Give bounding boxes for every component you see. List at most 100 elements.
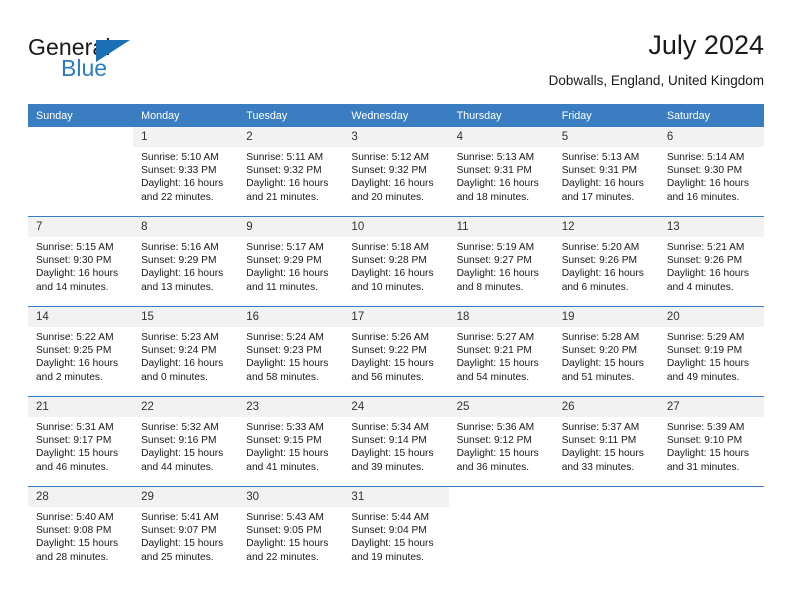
calendar-cell[interactable]: 25 Sunrise: 5:36 AM Sunset: 9:12 PM Dayligh… xyxy=(448,396,554,487)
calendar-cell[interactable]: 26 Sunrise: 5:37 AM Sunset: 9:11 PM Dayligh… xyxy=(553,396,659,487)
sunset-text: Sunset: 9:32 PM xyxy=(351,165,427,177)
day-details: Sunrise: 5:13 AM Sunset: 9:31 PM Daylight:… xyxy=(449,147,554,204)
sunrise-text: Sunrise: 5:10 AM xyxy=(141,152,219,163)
daylight-text-line1: Daylight: 15 hours xyxy=(666,448,749,460)
day-number: 5 xyxy=(553,127,659,147)
calendar-cell[interactable]: 13 Sunrise: 5:21 AM Sunset: 9:26 PM Dayligh… xyxy=(658,216,764,307)
sunrise-text: Sunrise: 5:40 AM xyxy=(36,512,114,523)
daylight-text-line1: Daylight: 16 hours xyxy=(456,178,539,190)
weekday-header-friday: Friday xyxy=(553,104,659,127)
day-number: 26 xyxy=(553,397,659,417)
calendar-week-row: 14 Sunrise: 5:22 AM Sunset: 9:25 PM Dayligh… xyxy=(28,306,764,397)
calendar-cell[interactable]: 4 Sunrise: 5:13 AM Sunset: 9:31 PM Daylight… xyxy=(448,127,554,217)
day-details: Sunrise: 5:44 AM Sunset: 9:04 PM Daylight:… xyxy=(343,507,448,564)
calendar-cell[interactable]: 30 Sunrise: 5:43 AM Sunset: 9:05 PM Dayligh… xyxy=(238,486,344,576)
sunrise-text: Sunrise: 5:31 AM xyxy=(36,422,114,433)
calendar-cell[interactable]: 15 Sunrise: 5:23 AM Sunset: 9:24 PM Dayligh… xyxy=(133,306,239,397)
daylight-text-line1: Daylight: 15 hours xyxy=(246,358,329,370)
calendar-cell[interactable]: 12 Sunrise: 5:20 AM Sunset: 9:26 PM Dayligh… xyxy=(553,216,659,307)
calendar-day-cell: 22 Sunrise: 5:32 AM Sunset: 9:16 PM Dayligh… xyxy=(133,397,239,486)
sunset-text: Sunset: 9:23 PM xyxy=(246,345,322,357)
day-number: 11 xyxy=(448,217,554,237)
page-title: July 2024 xyxy=(648,30,764,60)
calendar-cell[interactable]: 31 Sunrise: 5:44 AM Sunset: 9:04 PM Dayligh… xyxy=(343,486,449,576)
calendar-day-cell: 13 Sunrise: 5:21 AM Sunset: 9:26 PM Dayligh… xyxy=(658,217,764,306)
calendar-cell[interactable]: 27 Sunrise: 5:39 AM Sunset: 9:10 PM Dayligh… xyxy=(658,396,764,487)
daylight-text-line1: Daylight: 16 hours xyxy=(561,268,644,280)
daylight-text-line1: Daylight: 15 hours xyxy=(456,358,539,370)
calendar-cell[interactable]: 22 Sunrise: 5:32 AM Sunset: 9:16 PM Dayligh… xyxy=(133,396,239,487)
calendar-cell[interactable]: 19 Sunrise: 5:28 AM Sunset: 9:20 PM Dayligh… xyxy=(553,306,659,397)
title-block: July 2024 Dobwalls, England, United King… xyxy=(549,28,764,91)
sunset-text: Sunset: 9:26 PM xyxy=(666,255,743,267)
calendar-cell[interactable]: 17 Sunrise: 5:26 AM Sunset: 9:22 PM Dayligh… xyxy=(343,306,449,397)
daylight-text-line2: and 49 minutes. xyxy=(666,371,740,383)
calendar-cell[interactable]: 2 Sunrise: 5:11 AM Sunset: 9:32 PM Daylight… xyxy=(238,127,344,217)
calendar-day-cell: 26 Sunrise: 5:37 AM Sunset: 9:11 PM Dayligh… xyxy=(553,397,659,486)
daylight-text-line1: Daylight: 15 hours xyxy=(351,448,434,460)
calendar-day-cell: 5 Sunrise: 5:13 AM Sunset: 9:31 PM Daylight… xyxy=(553,127,659,216)
calendar-cell[interactable]: 28 Sunrise: 5:40 AM Sunset: 9:08 PM Dayligh… xyxy=(28,486,134,576)
day-number: 12 xyxy=(553,217,659,237)
calendar-cell-empty xyxy=(448,487,554,576)
day-number: 29 xyxy=(133,487,239,507)
calendar-week-row: 1 Sunrise: 5:10 AM Sunset: 9:33 PM Daylight… xyxy=(28,127,764,217)
calendar-day-cell: 9 Sunrise: 5:17 AM Sunset: 9:29 PM Daylight… xyxy=(238,217,344,306)
sunset-text: Sunset: 9:21 PM xyxy=(456,345,532,357)
sunset-text: Sunset: 9:30 PM xyxy=(666,165,743,177)
day-number: 7 xyxy=(28,217,134,237)
daylight-text-line2: and 6 minutes. xyxy=(561,281,629,293)
day-details: Sunrise: 5:14 AM Sunset: 9:30 PM Daylight:… xyxy=(659,147,764,204)
calendar-cell[interactable]: 10 Sunrise: 5:18 AM Sunset: 9:28 PM Dayligh… xyxy=(343,216,449,307)
daylight-text-line2: and 56 minutes. xyxy=(351,371,424,383)
calendar-cell[interactable]: 7 Sunrise: 5:15 AM Sunset: 9:30 PM Daylight… xyxy=(28,216,134,307)
day-details: Sunrise: 5:28 AM Sunset: 9:20 PM Daylight:… xyxy=(554,327,659,384)
day-number: 13 xyxy=(658,217,764,237)
calendar-cell-empty xyxy=(553,487,659,576)
calendar-cell[interactable]: 29 Sunrise: 5:41 AM Sunset: 9:07 PM Dayligh… xyxy=(133,486,239,576)
calendar-body: 1 Sunrise: 5:10 AM Sunset: 9:33 PM Daylight… xyxy=(28,127,764,576)
calendar-cell[interactable]: 3 Sunrise: 5:12 AM Sunset: 9:32 PM Daylight… xyxy=(343,127,449,217)
calendar-cell[interactable]: 6 Sunrise: 5:14 AM Sunset: 9:30 PM Daylight… xyxy=(658,127,764,217)
calendar-cell[interactable]: 11 Sunrise: 5:19 AM Sunset: 9:27 PM Dayligh… xyxy=(448,216,554,307)
calendar-cell[interactable]: 14 Sunrise: 5:22 AM Sunset: 9:25 PM Dayligh… xyxy=(28,306,134,397)
calendar-week-row: 7 Sunrise: 5:15 AM Sunset: 9:30 PM Daylight… xyxy=(28,216,764,307)
calendar-cell[interactable]: 20 Sunrise: 5:29 AM Sunset: 9:19 PM Dayligh… xyxy=(658,306,764,397)
daylight-text-line2: and 28 minutes. xyxy=(36,551,109,563)
sunrise-text: Sunrise: 5:20 AM xyxy=(561,242,640,253)
weekday-header-row: Sunday Monday Tuesday Wednesday Thursday… xyxy=(28,104,764,127)
weekday-header-sunday: Sunday xyxy=(28,104,134,127)
calendar-cell[interactable]: 8 Sunrise: 5:16 AM Sunset: 9:29 PM Daylight… xyxy=(133,216,239,307)
day-number: 22 xyxy=(133,397,239,417)
sunset-text: Sunset: 9:24 PM xyxy=(141,345,217,357)
daylight-text-line2: and 8 minutes. xyxy=(456,281,524,293)
logo-text-blue: Blue xyxy=(61,55,108,81)
day-number: 10 xyxy=(343,217,449,237)
calendar-day-cell: 18 Sunrise: 5:27 AM Sunset: 9:21 PM Dayligh… xyxy=(448,307,554,396)
calendar-cell[interactable]: 21 Sunrise: 5:31 AM Sunset: 9:17 PM Dayligh… xyxy=(28,396,134,487)
sunset-text: Sunset: 9:29 PM xyxy=(246,255,322,267)
daylight-text-line2: and 41 minutes. xyxy=(246,461,319,473)
calendar-cell[interactable]: 23 Sunrise: 5:33 AM Sunset: 9:15 PM Dayligh… xyxy=(238,396,344,487)
calendar-cell[interactable]: 16 Sunrise: 5:24 AM Sunset: 9:23 PM Dayligh… xyxy=(238,306,344,397)
calendar-cell[interactable]: 1 Sunrise: 5:10 AM Sunset: 9:33 PM Daylight… xyxy=(133,127,239,217)
day-number: 27 xyxy=(658,397,764,417)
sunset-text: Sunset: 9:20 PM xyxy=(561,345,638,357)
calendar-cell[interactable]: 24 Sunrise: 5:34 AM Sunset: 9:14 PM Dayligh… xyxy=(343,396,449,487)
calendar-cell[interactable]: 9 Sunrise: 5:17 AM Sunset: 9:29 PM Daylight… xyxy=(238,216,344,307)
sunrise-text: Sunrise: 5:43 AM xyxy=(246,512,324,523)
day-details: Sunrise: 5:13 AM Sunset: 9:31 PM Daylight:… xyxy=(554,147,659,204)
calendar-cell[interactable]: 18 Sunrise: 5:27 AM Sunset: 9:21 PM Dayligh… xyxy=(448,306,554,397)
daylight-text-line1: Daylight: 15 hours xyxy=(561,358,644,370)
page-header: General Blue July 2024 Dobwalls, England… xyxy=(28,28,764,98)
calendar-day-cell: 4 Sunrise: 5:13 AM Sunset: 9:31 PM Daylight… xyxy=(448,127,554,216)
sunset-text: Sunset: 9:26 PM xyxy=(561,255,638,267)
day-number: 30 xyxy=(238,487,344,507)
calendar-day-cell: 25 Sunrise: 5:36 AM Sunset: 9:12 PM Dayligh… xyxy=(448,397,554,486)
weekday-header-saturday: Saturday xyxy=(658,104,764,127)
calendar-cell[interactable]: 5 Sunrise: 5:13 AM Sunset: 9:31 PM Daylight… xyxy=(553,127,659,217)
calendar-day-cell: 3 Sunrise: 5:12 AM Sunset: 9:32 PM Daylight… xyxy=(343,127,449,216)
daylight-text-line2: and 18 minutes. xyxy=(456,191,530,203)
day-number: 17 xyxy=(343,307,449,327)
sunrise-text: Sunrise: 5:16 AM xyxy=(141,242,219,253)
